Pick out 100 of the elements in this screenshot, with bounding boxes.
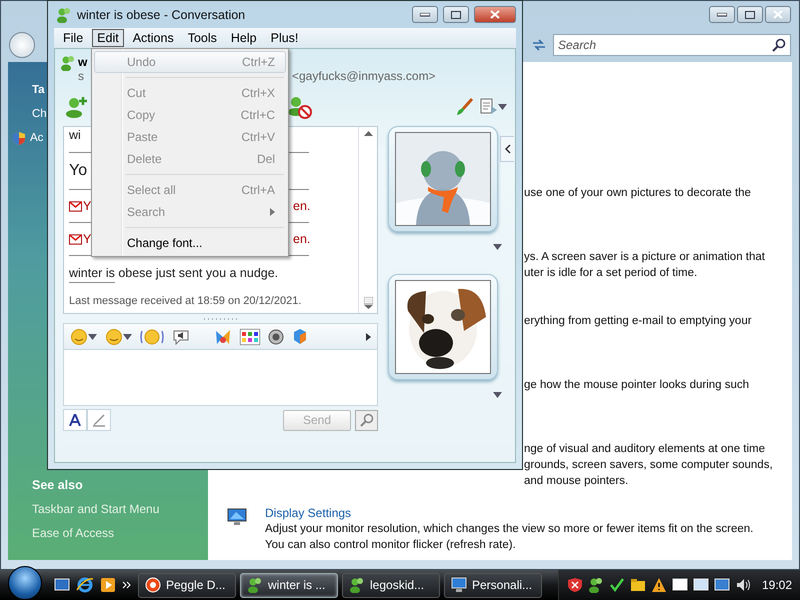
search-button[interactable] xyxy=(355,410,378,430)
close-icon xyxy=(490,10,500,19)
font-button[interactable] xyxy=(63,409,87,431)
minimize-button[interactable] xyxy=(709,6,735,23)
search-field[interactable]: Search xyxy=(553,34,791,56)
maximize-icon xyxy=(745,10,755,18)
item-description: nge of visual and auditory elements at one time grounds, screen savers, some computer sounds, and mouse pointers. xyxy=(524,442,773,489)
caret-icon[interactable] xyxy=(88,334,97,340)
minimize-icon xyxy=(420,12,430,16)
browser-icon[interactable] xyxy=(76,576,94,594)
menu-bar-item[interactable]: Tools xyxy=(182,29,222,47)
item-description: use one of your own pictures to decorate the xyxy=(524,186,751,201)
refresh-icon[interactable] xyxy=(531,38,547,52)
check-icon[interactable] xyxy=(608,577,625,593)
minimize-button[interactable] xyxy=(412,6,438,23)
message-text: wi xyxy=(69,128,81,142)
menu-bar-item[interactable]: File xyxy=(58,29,88,47)
message-text: en. xyxy=(293,199,310,213)
desktop-icon[interactable] xyxy=(54,577,70,593)
maximize-button[interactable] xyxy=(737,6,763,23)
taskbar-button[interactable]: legoskid... xyxy=(342,572,440,598)
message-input[interactable] xyxy=(63,350,378,406)
more-icon[interactable] xyxy=(122,581,132,589)
start-button[interactable] xyxy=(8,566,42,600)
dropdown-arrow-icon[interactable] xyxy=(493,244,502,250)
menu-bar-item[interactable]: Help xyxy=(226,29,262,47)
caret-icon[interactable] xyxy=(498,104,507,110)
search-icon xyxy=(772,38,786,52)
maximize-button[interactable] xyxy=(443,6,469,23)
message-text: Y xyxy=(83,232,92,246)
settings-link[interactable]: Display Settings xyxy=(265,505,754,521)
minimize-icon xyxy=(717,12,727,16)
scroll-down-icon[interactable] xyxy=(364,297,372,309)
taskbar-button[interactable]: Personali... xyxy=(444,572,542,598)
close-icon xyxy=(773,10,783,19)
pen-button[interactable] xyxy=(87,409,111,431)
more-arrow-icon[interactable] xyxy=(366,332,371,340)
contact-icon xyxy=(60,55,76,71)
message-text: en. xyxy=(293,232,310,246)
nudge-message: winter is obese just sent you a nudge. xyxy=(69,265,280,280)
scroll-up-icon[interactable] xyxy=(364,131,372,136)
menu-item[interactable]: Change font... xyxy=(94,232,286,254)
sidebar-link[interactable]: Ac xyxy=(30,132,44,144)
display-picture-frame[interactable] xyxy=(388,274,498,380)
item-description: ys. A screen saver is a picture or animation that uter is idle for a set period of time. xyxy=(524,250,765,281)
paintbrush-icon[interactable] xyxy=(456,98,474,116)
ball-icon xyxy=(145,577,161,593)
menu-bar-item[interactable]: Edit xyxy=(92,29,124,47)
item-description: erything from getting e-mail to emptying your xyxy=(524,314,752,329)
contact-email: <gayfucks@inmyass.com> xyxy=(292,69,436,83)
game-cube-icon[interactable] xyxy=(292,328,308,345)
menu-bar-item[interactable]: Actions xyxy=(128,29,179,47)
activity-icon xyxy=(480,98,498,116)
smiley-icon[interactable] xyxy=(70,328,88,346)
menu-bar-item[interactable]: Plus! xyxy=(266,29,304,47)
speaker-icon[interactable] xyxy=(268,328,284,344)
last-message-note: Last message received at 18:59 on 20/12/2021. xyxy=(69,295,302,309)
see-also-heading: See also xyxy=(32,478,84,492)
contact-status: s xyxy=(78,69,85,83)
close-button[interactable] xyxy=(765,6,791,23)
collapse-button[interactable] xyxy=(500,136,514,162)
color-grid-icon[interactable] xyxy=(240,328,260,344)
envelope-icon xyxy=(69,234,82,244)
buddy-icon xyxy=(56,6,72,22)
warning-icon[interactable] xyxy=(650,577,667,593)
block-contact-icon[interactable] xyxy=(287,95,313,119)
taskbar-button[interactable]: winter is ... xyxy=(240,572,338,598)
voice-clip-icon[interactable] xyxy=(172,328,190,344)
wink-animation-icon[interactable] xyxy=(214,328,232,346)
item-description: ge how the mouse pointer looks during such xyxy=(524,378,750,393)
invite-contact-icon[interactable] xyxy=(65,96,89,118)
item-description: Adjust your monitor resolution, which changes the view so more or fewer items fit on the screen. You can also control monitor flicker (refresh rate). xyxy=(265,522,754,553)
sender-name: Yo xyxy=(69,162,88,180)
sidebar-heading: Ta xyxy=(32,84,45,96)
window-title: winter is obese - Conversation xyxy=(77,8,246,22)
clock[interactable]: 19:02 xyxy=(762,578,792,592)
search-icon xyxy=(360,413,374,427)
chevron-icon xyxy=(504,144,510,154)
message-text: Y xyxy=(83,199,92,213)
font-icon xyxy=(69,414,81,426)
window-icon[interactable] xyxy=(692,577,709,593)
media-player-icon[interactable] xyxy=(100,577,116,593)
maximize-icon xyxy=(451,10,461,18)
wink-button[interactable] xyxy=(105,328,132,346)
wink-smiley-icon[interactable] xyxy=(105,328,123,346)
shield-icon[interactable] xyxy=(566,577,583,593)
close-button[interactable] xyxy=(474,6,516,23)
buddy-icon xyxy=(247,577,263,593)
folder-icon[interactable] xyxy=(630,577,646,593)
back-button[interactable] xyxy=(9,32,35,58)
dropdown-arrow-icon[interactable] xyxy=(493,392,502,398)
taskbar-button[interactable]: Peggle D... xyxy=(138,572,236,598)
shield-icon xyxy=(12,130,26,146)
caret-icon[interactable] xyxy=(123,334,132,340)
emoticon-button[interactable] xyxy=(70,328,97,346)
activities-button[interactable] xyxy=(480,98,507,116)
nudge-icon[interactable] xyxy=(140,328,164,346)
buddy-icon xyxy=(588,577,604,593)
sidebar-link[interactable]: Ch xyxy=(32,108,47,120)
volume-icon[interactable] xyxy=(734,577,751,593)
